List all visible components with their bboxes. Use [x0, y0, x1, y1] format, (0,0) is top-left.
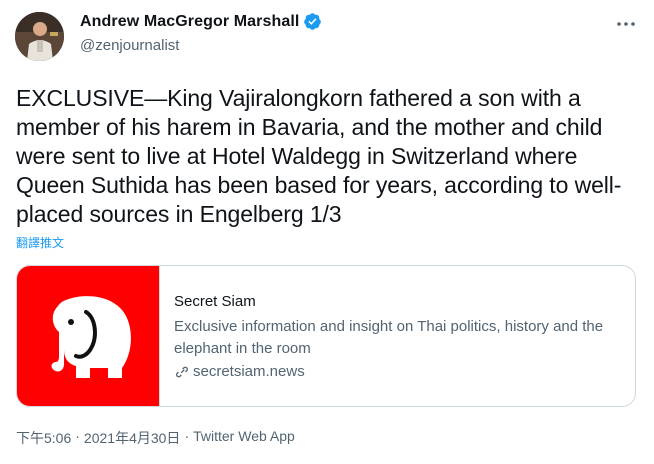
verified-badge-icon: [304, 13, 322, 30]
translate-tweet-link[interactable]: 翻譯推文: [16, 234, 64, 251]
link-preview-card[interactable]: Secret Siam Exclusive information and in…: [16, 265, 636, 407]
tweet-source[interactable]: Twitter Web App: [193, 428, 295, 448]
meta-separator: ·: [184, 428, 190, 444]
meta-separator: ·: [75, 428, 80, 444]
card-domain-row: secretsiam.news: [174, 362, 623, 382]
card-info: Secret Siam Exclusive information and in…: [160, 266, 635, 406]
card-description: Exclusive information and insight on Tha…: [174, 318, 604, 357]
tweet-time[interactable]: 下午5:06: [16, 428, 71, 448]
card-thumbnail: [17, 266, 160, 406]
author-handle[interactable]: @zenjournalist: [80, 37, 179, 54]
more-dots-icon: [617, 22, 635, 26]
more-options-button[interactable]: [616, 14, 636, 34]
tweet-text: EXCLUSIVE—King Vajiralongkorn fathered a…: [16, 85, 622, 227]
avatar[interactable]: [15, 12, 64, 61]
tweet-date[interactable]: 2021年4月30日: [84, 428, 181, 448]
card-site-name: Secret Siam: [174, 293, 256, 310]
link-icon: [176, 366, 188, 378]
author-name-row: Andrew MacGregor Marshall: [80, 12, 322, 31]
elephant-icon: [51, 296, 131, 378]
author-display-name[interactable]: Andrew MacGregor Marshall: [80, 13, 299, 31]
tweet-meta: 下午5:06 · 2021年4月30日 · Twitter Web App: [16, 428, 295, 448]
card-domain: secretsiam.news: [193, 363, 305, 380]
profile-photo-icon: [15, 12, 64, 61]
tweet-container: Andrew MacGregor Marshall @zenjournalist…: [0, 0, 654, 464]
